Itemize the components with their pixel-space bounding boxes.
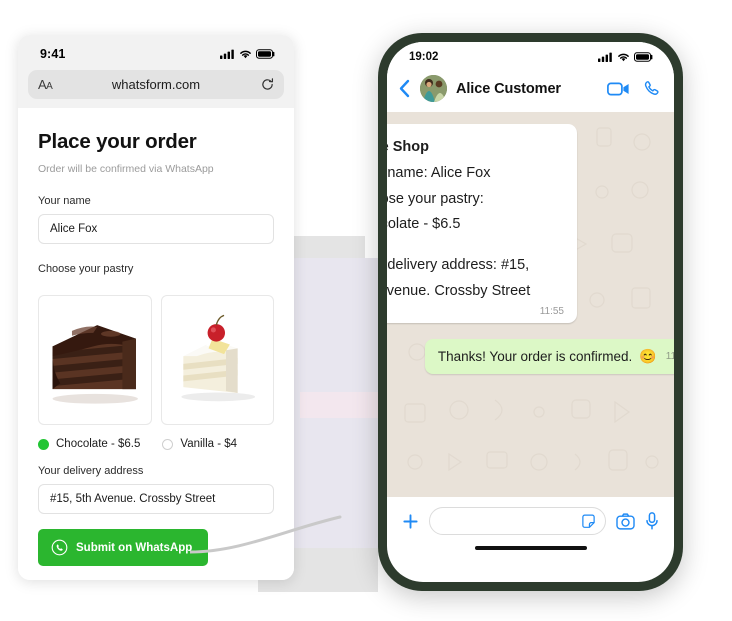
radio-label-chocolate: Chocolate - $6.5 xyxy=(56,438,141,450)
phone-status-time: 19:02 xyxy=(409,51,439,63)
message-line: Your name: Alice Fox xyxy=(387,164,491,181)
contact-avatar-image xyxy=(420,75,447,102)
sticker-icon[interactable] xyxy=(581,514,596,529)
radio-label-vanilla: Vanilla - $4 xyxy=(180,438,238,450)
message-line: Your delivery address: #15, xyxy=(387,257,530,274)
message-timestamp: 11:58 xyxy=(665,351,674,362)
address-field-label: Your delivery address xyxy=(38,465,144,477)
message-timestamp: 11:55 xyxy=(539,305,564,317)
wifi-icon xyxy=(240,50,251,59)
form-subtitle: Order will be confirmed via WhatsApp xyxy=(38,163,214,175)
incoming-message-bubble[interactable]: Cake Shop Your name: Alice Fox Choose yo… xyxy=(387,124,577,323)
cellular-signal-icon xyxy=(220,49,234,59)
radio-dot-unselected-icon xyxy=(162,438,174,450)
address-input[interactable] xyxy=(38,484,274,514)
contact-name: Alice Customer xyxy=(456,80,561,97)
url-bar[interactable]: AA whatsform.com xyxy=(28,70,284,99)
browser-status-bar: 9:41 xyxy=(18,35,294,67)
name-input[interactable] xyxy=(38,214,274,244)
avatar[interactable] xyxy=(420,75,447,102)
chocolate-cake-image xyxy=(52,325,138,404)
message-line: Choose your pastry: xyxy=(387,190,484,207)
phone-mockup: 19:02 Alice Customer Shop name: Alice Fo… xyxy=(378,33,683,591)
message-input-bar xyxy=(387,497,674,539)
battery-icon xyxy=(256,49,275,59)
radio-option-chocolate[interactable]: Chocolate - $6.5 xyxy=(38,438,140,450)
wifi-icon xyxy=(618,53,629,62)
submit-on-whatsapp-button[interactable]: Submit on WhatsApp xyxy=(38,529,209,566)
message-line: Chocolate - $6.5 xyxy=(387,216,461,233)
phone-status-bar: 19:02 xyxy=(387,42,674,70)
home-indicator xyxy=(474,546,587,550)
phone-screen: 19:02 Alice Customer Shop name: Alice Fo… xyxy=(387,42,674,582)
submit-button-label: Submit on WhatsApp xyxy=(76,541,193,554)
radio-dot-selected-icon xyxy=(38,438,49,450)
plus-icon[interactable] xyxy=(402,513,419,530)
cellular-signal-icon xyxy=(598,52,612,62)
chat-header-actions xyxy=(607,80,660,97)
vanilla-cake-option[interactable] xyxy=(160,295,274,425)
url-bar-container: AA whatsform.com xyxy=(18,67,294,108)
message-input[interactable] xyxy=(429,507,606,535)
status-bar-icons xyxy=(220,49,276,59)
microphone-icon[interactable] xyxy=(645,512,659,530)
browser-chrome: 9:41 AA whatsform.com xyxy=(18,35,294,108)
smiley-emoji-icon: 😊 xyxy=(639,348,657,364)
screenshot-root: 9:41 AA whatsform.com Place your order O… xyxy=(0,0,732,621)
status-bar-time: 9:41 xyxy=(40,47,66,61)
pastry-options-gallery xyxy=(38,295,274,425)
pastry-radio-group: Chocolate - $6.5 Vanilla - $4 xyxy=(38,438,274,450)
video-call-icon[interactable] xyxy=(607,81,630,97)
whatsapp-icon xyxy=(51,539,68,556)
camera-icon[interactable] xyxy=(616,512,635,530)
chat-message-area: Cake Shop Your name: Alice Fox Choose yo… xyxy=(387,112,674,497)
battery-icon xyxy=(634,52,653,62)
message-line: Cake Shop xyxy=(387,139,429,155)
url-text: whatsform.com xyxy=(111,77,201,92)
browser-mockup: 9:41 AA whatsform.com Place your order O… xyxy=(18,35,294,580)
pastry-field-label: Choose your pastry xyxy=(38,263,134,275)
message-line-blank xyxy=(387,238,564,253)
outgoing-message-bubble[interactable]: Thanks! Your order is confirmed. 😊 11:58 xyxy=(424,339,674,374)
chat-header: Alice Customer xyxy=(387,70,674,112)
phone-call-icon[interactable] xyxy=(643,80,660,97)
name-field-label: Your name xyxy=(38,195,91,207)
page-title: Place your order xyxy=(38,130,197,153)
message-text: Thanks! Your order is confirmed. xyxy=(437,349,633,364)
order-form: Place your order Order will be confirmed… xyxy=(18,108,294,580)
back-chevron-icon[interactable] xyxy=(398,79,411,98)
message-line: 5th Avenue. Crossby Street xyxy=(387,282,531,299)
vanilla-cake-image xyxy=(180,314,255,402)
radio-option-vanilla[interactable]: Vanilla - $4 xyxy=(162,438,237,450)
chocolate-cake-option[interactable] xyxy=(38,295,152,425)
phone-status-icons xyxy=(598,52,654,62)
